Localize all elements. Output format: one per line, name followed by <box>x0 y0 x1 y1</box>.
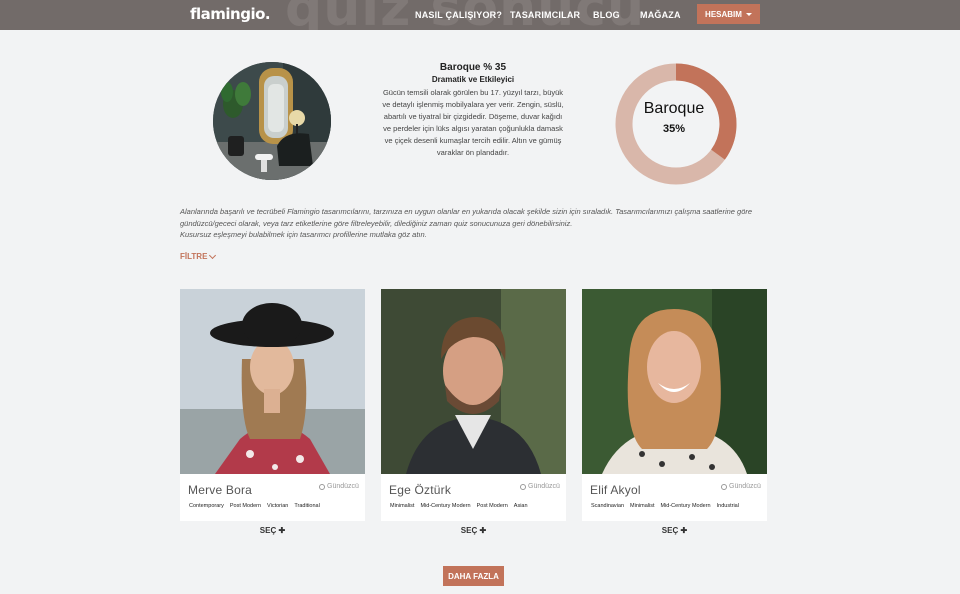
designer-photo <box>180 289 365 474</box>
nav-link-how-it-works[interactable]: NASIL ÇALIŞIYOR? <box>415 10 502 20</box>
designer-shift: Gündüzcü <box>319 483 359 490</box>
style-summary: Baroque % 35 Dramatik ve Etkileyici Gücü… <box>380 62 566 159</box>
select-designer-button[interactable]: SEÇ ✚ <box>582 526 767 535</box>
designer-name: Merve Bora <box>188 483 253 497</box>
plus-icon: ✚ <box>680 526 688 535</box>
designer-tags: Minimalist Mid-Century Modern Post Moder… <box>390 503 528 509</box>
designer-name: Ege Öztürk <box>389 483 452 497</box>
filter-label: FİLTRE <box>180 252 208 261</box>
designer-shift: Gündüzcü <box>721 483 761 490</box>
designer-tags: Scandinavian Minimalist Mid-Century Mode… <box>591 503 739 509</box>
caret-down-icon <box>745 12 752 16</box>
style-percentage-donut: Baroque 35% <box>614 62 738 186</box>
shift-label: Gündüzcü <box>327 483 359 490</box>
portrait-bearded-man <box>381 289 566 474</box>
style-tag: Mid-Century Modern <box>660 503 711 509</box>
designer-card[interactable]: Ege Öztürk Gündüzcü Minimalist Mid-Centu… <box>381 289 566 521</box>
style-tag: Post Modern <box>476 503 508 509</box>
load-more-button[interactable]: DAHA FAZLA <box>443 566 504 586</box>
intro-text: Alanlarında başarılı ve tecrübeli Flamin… <box>180 206 780 241</box>
intro-paragraph: Alanlarında başarılı ve tecrübeli Flamin… <box>180 207 753 228</box>
designer-card[interactable]: Merve Bora Gündüzcü Contemporary Post Mo… <box>180 289 365 521</box>
style-tag: Asian <box>513 503 528 509</box>
style-title: Baroque % 35 <box>439 62 507 73</box>
sun-icon <box>721 483 727 490</box>
style-tag: Scandinavian <box>591 503 625 509</box>
style-tag: Minimalist <box>630 503 655 509</box>
shift-label: Gündüzcü <box>528 483 560 490</box>
shift-label: Gündüzcü <box>729 483 761 490</box>
plus-icon: ✚ <box>479 526 487 535</box>
select-label: SEÇ <box>259 526 277 535</box>
sun-icon <box>520 483 526 490</box>
style-tag: Post Modern <box>229 503 262 509</box>
select-designer-button[interactable]: SEÇ ✚ <box>180 526 365 535</box>
style-interior-photo <box>213 62 331 180</box>
designer-shift: Gündüzcü <box>520 483 560 490</box>
plus-icon: ✚ <box>278 526 286 535</box>
designer-tags: Contemporary Post Modern Victorian Tradi… <box>189 503 320 509</box>
designer-photo <box>381 289 566 474</box>
select-label: SEÇ <box>661 526 679 535</box>
nav-link-designers[interactable]: TASARIMCILAR <box>510 10 580 20</box>
style-tag: Minimalist <box>390 503 415 509</box>
designer-name: Elif Akyol <box>590 483 641 497</box>
select-label: SEÇ <box>460 526 478 535</box>
designer-card[interactable]: Elif Akyol Gündüzcü Scandinavian Minimal… <box>582 289 767 521</box>
account-dropdown-button[interactable]: HESABIM <box>697 4 760 24</box>
select-designer-button[interactable]: SEÇ ✚ <box>381 526 566 535</box>
sun-icon <box>319 483 325 490</box>
style-tag: Industrial <box>716 503 739 509</box>
style-tag: Mid-Century Modern <box>420 503 471 509</box>
account-label: HESABIM <box>705 9 742 19</box>
portrait-woman-hat <box>180 289 365 474</box>
style-tag: Contemporary <box>189 503 224 509</box>
nav-link-blog[interactable]: BLOG <box>593 10 620 20</box>
style-description: Gücün temsili olarak görülen bu 17. yüzy… <box>382 88 564 157</box>
site-logo[interactable]: flamingio. <box>190 5 271 23</box>
baroque-room-illustration <box>213 62 331 180</box>
nav-link-store[interactable]: MAĞAZA <box>640 10 681 20</box>
style-tag: Victorian <box>267 503 289 509</box>
filter-toggle[interactable]: FİLTRE <box>180 251 217 261</box>
donut-style-label: Baroque <box>643 100 705 117</box>
style-subtitle: Dramatik ve Etkileyici <box>431 75 515 84</box>
intro-note: Kusursuz eşleşmeyi bulabilmek için tasar… <box>180 230 427 239</box>
top-navbar: quiz sonucu flamingio. NASIL ÇALIŞIYOR? … <box>0 0 960 30</box>
portrait-smiling-woman <box>582 289 767 474</box>
chevron-down-icon <box>209 251 217 259</box>
style-tag: Traditional <box>294 503 320 509</box>
designer-photo <box>582 289 767 474</box>
donut-percent-text: 35% <box>662 123 686 135</box>
